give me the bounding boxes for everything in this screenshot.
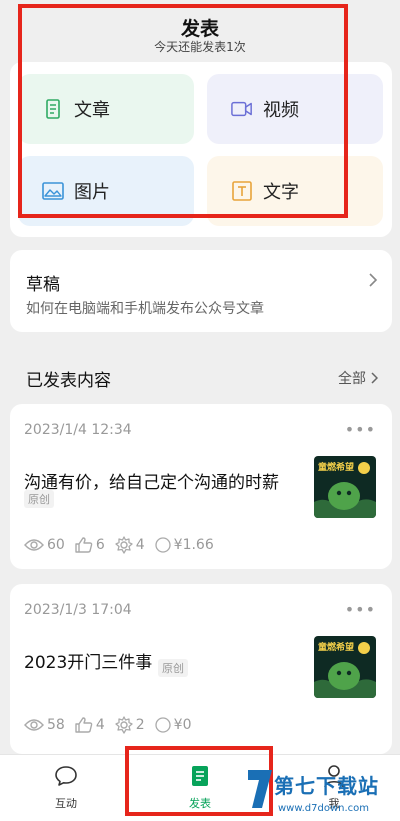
original-badge: 原创: [158, 659, 188, 677]
chevron-right-icon: [371, 372, 378, 384]
eye-icon: [24, 539, 44, 551]
post-title: 2023开门三件事: [24, 653, 153, 673]
annotation-highlight-box: [18, 4, 348, 218]
original-badge: 原创: [24, 490, 54, 508]
views-stat: 58: [24, 717, 65, 733]
share-gear-icon: [115, 536, 133, 554]
more-options-icon[interactable]: •••: [345, 600, 376, 619]
watermark-url: www.d7down.com: [278, 803, 370, 814]
post-date: 2023/1/4 12:34: [24, 422, 132, 438]
watermark-text: 第七下载站: [274, 774, 379, 798]
thumbs-up-icon: [75, 717, 93, 733]
eye-icon: [24, 719, 44, 731]
likes-stat: 6: [75, 537, 105, 553]
more-options-icon[interactable]: •••: [345, 420, 376, 439]
drafts-title: 草稿: [26, 275, 60, 295]
chevron-right-icon: [369, 273, 378, 287]
share-gear-icon: [115, 716, 133, 734]
tab-interact[interactable]: 互动: [26, 763, 106, 811]
thumbnail-text: 童燃希望: [318, 641, 354, 653]
tab-interact-label: 互动: [55, 797, 77, 810]
views-stat: 60: [24, 537, 65, 553]
earnings-stat: ¥0: [155, 717, 192, 733]
post-stats: 60 6 4 ¥1.66: [24, 536, 224, 554]
post-thumbnail: 童燃希望: [314, 636, 376, 698]
published-post-card[interactable]: 2023/1/4 12:34 ••• 沟通有价，给自己定个沟通的时薪 原创 童燃…: [10, 404, 392, 569]
yuan-circle-icon: [155, 717, 171, 733]
watermark-logo-icon: [248, 770, 272, 808]
shares-stat: 4: [115, 536, 145, 554]
drafts-subtitle: 如何在电脑端和手机端发布公众号文章: [26, 301, 264, 317]
likes-stat: 4: [75, 717, 105, 733]
post-date: 2023/1/3 17:04: [24, 602, 132, 618]
published-title: 已发表内容: [26, 371, 111, 391]
site-watermark: 第七下载站 www.d7down.com: [238, 758, 400, 821]
published-post-card[interactable]: 2023/1/3 17:04 ••• 2023开门三件事 原创 童燃希望 58 …: [10, 584, 392, 754]
published-section-header: 已发表内容 全部: [0, 360, 400, 394]
yuan-circle-icon: [155, 537, 171, 553]
thumbs-up-icon: [75, 537, 93, 553]
thumbnail-text: 童燃希望: [318, 461, 354, 473]
post-stats: 58 4 2 ¥0: [24, 716, 202, 734]
view-all-button[interactable]: 全部: [338, 368, 378, 388]
post-thumbnail: 童燃希望: [314, 456, 376, 518]
shares-stat: 2: [115, 716, 145, 734]
drafts-card[interactable]: 草稿 如何在电脑端和手机端发布公众号文章: [10, 250, 392, 332]
earnings-stat: ¥1.66: [155, 537, 214, 553]
view-all-label: 全部: [338, 371, 366, 387]
chat-bubble-icon: [26, 763, 106, 789]
post-title: 沟通有价，给自己定个沟通的时薪: [24, 473, 279, 493]
